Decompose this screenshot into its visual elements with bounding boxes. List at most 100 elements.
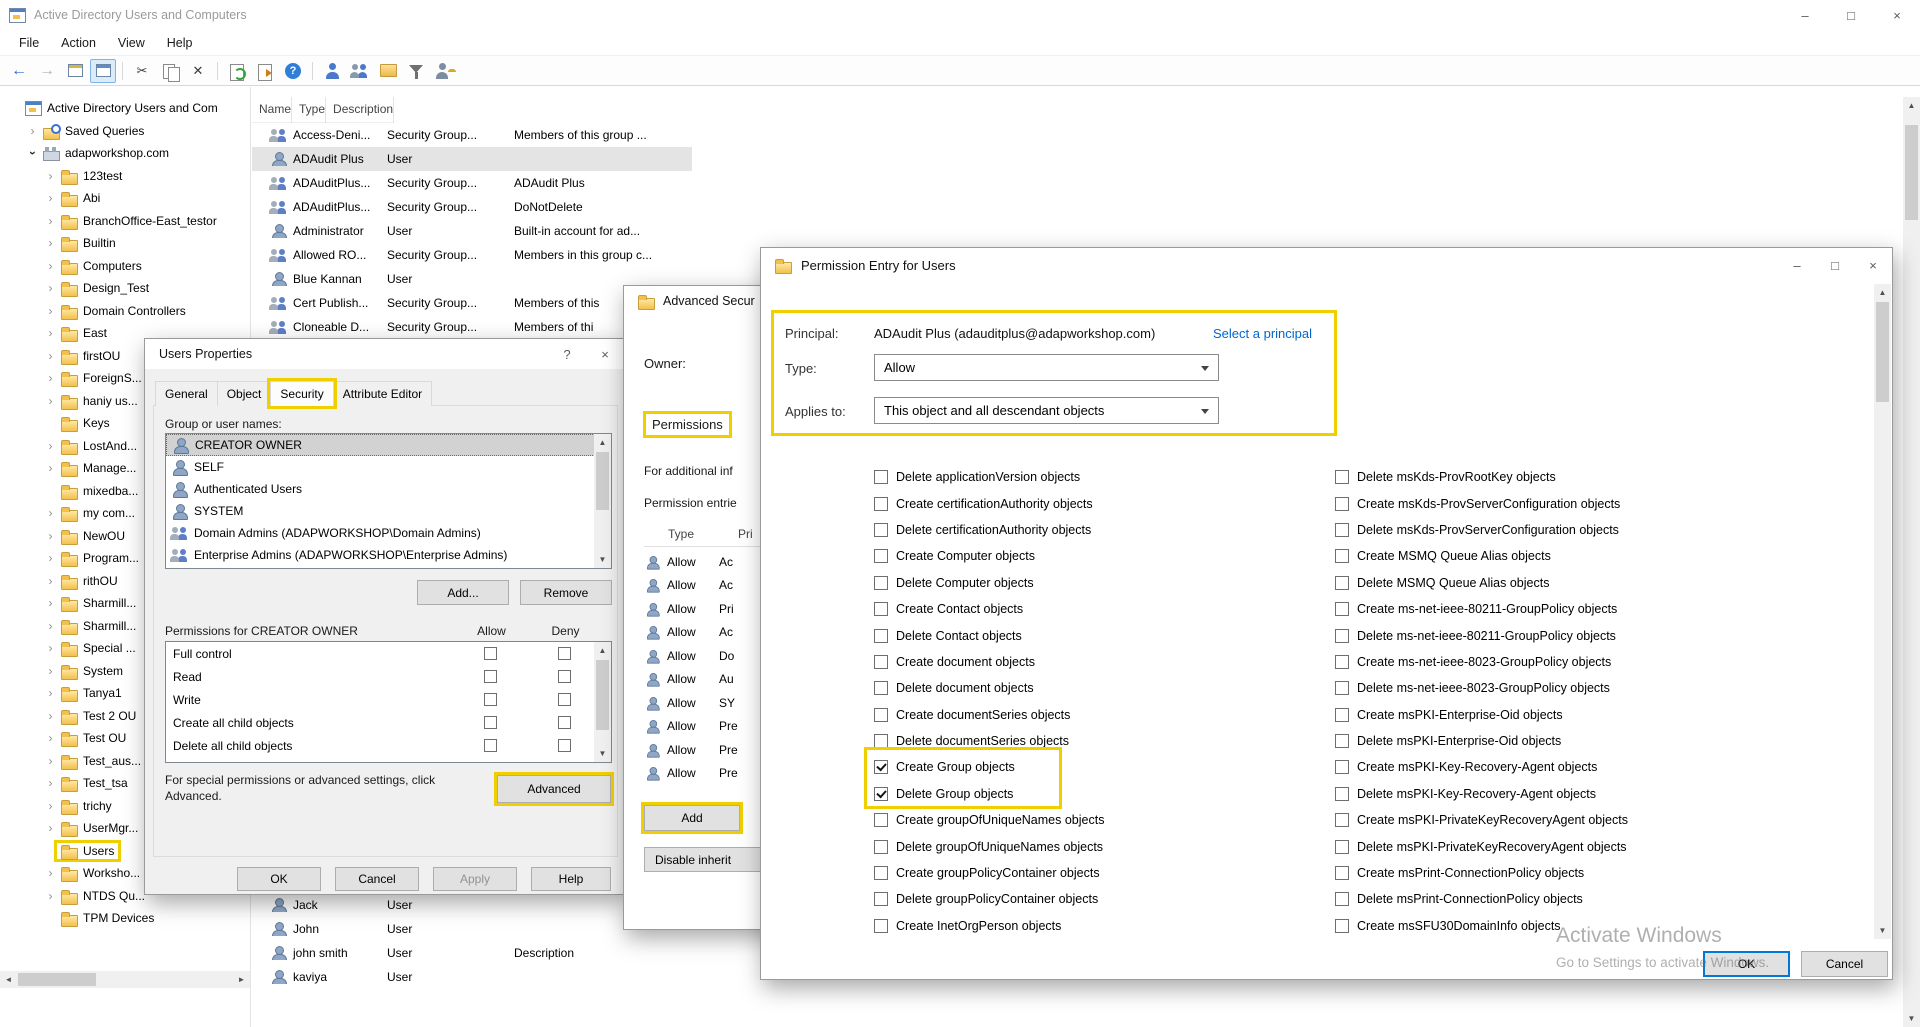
allow-checkbox[interactable] — [484, 716, 497, 729]
permission-checkbox[interactable] — [874, 787, 888, 801]
new-user-icon[interactable] — [319, 59, 345, 83]
permission-checkbox[interactable] — [874, 655, 888, 669]
scroll-up-icon[interactable]: ▲ — [594, 434, 611, 451]
close-button[interactable]: × — [586, 339, 624, 369]
permission-checkbox[interactable] — [874, 708, 888, 722]
deny-checkbox[interactable] — [558, 693, 571, 706]
john smith[interactable]: john smith User Description — [252, 941, 692, 965]
menu-item[interactable]: Help — [156, 32, 204, 54]
Administrator[interactable]: Administrator User Built-in account for … — [252, 219, 692, 243]
delegate-control-icon[interactable] — [431, 59, 457, 83]
permission-checkbox[interactable] — [874, 470, 888, 484]
permissions-tab[interactable]: Permissions — [646, 414, 729, 435]
menu-item[interactable]: View — [107, 32, 156, 54]
scroll-down-icon[interactable]: ▼ — [1903, 1010, 1920, 1027]
delete-icon[interactable]: ✕ — [185, 59, 211, 83]
new-group-icon[interactable] — [347, 59, 373, 83]
expand-chevron-icon[interactable] — [44, 821, 57, 835]
expand-chevron-icon[interactable] — [44, 191, 57, 205]
column-header[interactable]: Description — [326, 97, 394, 123]
allow-checkbox[interactable] — [484, 739, 497, 752]
advanced-button[interactable]: Advanced — [497, 775, 611, 803]
permission-checkbox[interactable] — [874, 497, 888, 511]
tree-item[interactable]: adapworkshop.com — [0, 142, 250, 165]
expand-chevron-icon[interactable] — [44, 686, 57, 700]
help-button[interactable]: Help — [531, 867, 611, 891]
tree-horizontal-scrollbar[interactable]: ◄ ► — [0, 971, 250, 988]
permission-checkbox[interactable] — [1335, 497, 1349, 511]
tab[interactable]: General — [155, 381, 218, 406]
permission-checkbox[interactable] — [874, 866, 888, 880]
permission-checkbox[interactable] — [1335, 787, 1349, 801]
apply-button[interactable]: Apply — [433, 867, 517, 891]
scrollbar-thumb[interactable] — [18, 973, 96, 986]
allow-checkbox[interactable] — [484, 647, 497, 660]
new-ou-icon[interactable] — [375, 59, 401, 83]
permission-checkbox[interactable] — [1335, 892, 1349, 906]
minimize-button[interactable]: – — [1782, 0, 1828, 30]
type-column-header[interactable]: Type — [668, 527, 694, 541]
ok-button[interactable]: OK — [237, 867, 321, 891]
scroll-up-icon[interactable]: ▲ — [1903, 97, 1920, 114]
type-dropdown[interactable]: Allow — [874, 354, 1219, 381]
expand-chevron-icon[interactable] — [44, 169, 57, 183]
tree-item[interactable]: Abi — [0, 187, 250, 210]
allow-checkbox[interactable] — [484, 693, 497, 706]
permission-checkbox[interactable] — [874, 919, 888, 933]
expand-chevron-icon[interactable] — [44, 236, 57, 250]
open-console-icon[interactable] — [62, 59, 88, 83]
scroll-left-icon[interactable]: ◄ — [0, 971, 17, 988]
expand-chevron-icon[interactable] — [44, 461, 57, 475]
menu-item[interactable]: Action — [50, 32, 107, 54]
column-header[interactable]: Type — [292, 97, 326, 123]
close-button[interactable]: × — [1874, 0, 1920, 30]
tree-item[interactable]: Active Directory Users and Com — [0, 97, 250, 120]
scroll-up-icon[interactable]: ▲ — [594, 642, 611, 659]
ADAuditPlus...[interactable]: ADAuditPlus... Security Group... DoNotDe… — [252, 195, 692, 219]
expand-chevron-icon[interactable] — [44, 394, 57, 408]
permission-checkbox[interactable] — [874, 602, 888, 616]
group-name-item[interactable]: SYSTEM — [166, 500, 611, 522]
group-name-item[interactable]: CREATOR OWNER — [166, 434, 611, 456]
expand-chevron-icon[interactable] — [44, 641, 57, 655]
separator[interactable] — [213, 59, 222, 83]
scroll-down-icon[interactable]: ▼ — [594, 745, 611, 762]
permission-checkbox[interactable] — [874, 734, 888, 748]
dialog-scrollbar[interactable]: ▲ ▼ — [1874, 284, 1891, 939]
expand-chevron-icon[interactable] — [44, 754, 57, 768]
group-name-item[interactable]: Domain Admins (ADAPWORKSHOP\Domain Admin… — [166, 522, 611, 544]
permission-checkbox[interactable] — [1335, 708, 1349, 722]
group-name-item[interactable]: Enterprise Admins (ADAPWORKSHOP\Enterpri… — [166, 544, 611, 566]
tree-item[interactable]: Design_Test — [0, 277, 250, 300]
deny-checkbox[interactable] — [558, 647, 571, 660]
permission-checkbox[interactable] — [1335, 602, 1349, 616]
expand-chevron-icon[interactable] — [44, 596, 57, 610]
list-vertical-scrollbar[interactable]: ▲ ▼ — [1903, 97, 1920, 1027]
help-button[interactable]: ? — [548, 339, 586, 369]
permission-checkbox[interactable] — [1335, 734, 1349, 748]
select-principal-link[interactable]: Select a principal — [1213, 326, 1312, 341]
tab[interactable]: Attribute Editor — [333, 381, 432, 406]
add-button[interactable]: Add... — [417, 580, 509, 605]
expand-chevron-icon[interactable] — [44, 866, 57, 880]
permission-checkbox[interactable] — [1335, 760, 1349, 774]
maximize-button[interactable]: □ — [1816, 248, 1854, 282]
permission-checkbox[interactable] — [1335, 866, 1349, 880]
permission-checkbox[interactable] — [1335, 919, 1349, 933]
permission-checkbox[interactable] — [874, 840, 888, 854]
ADAudit Plus[interactable]: ADAudit Plus User — [252, 147, 692, 171]
permission-checkbox[interactable] — [874, 813, 888, 827]
scrollbar-thumb[interactable] — [1876, 302, 1889, 402]
scroll-down-icon[interactable]: ▼ — [594, 551, 611, 568]
tree-item[interactable]: Computers — [0, 255, 250, 278]
permission-checkbox[interactable] — [1335, 813, 1349, 827]
allow-checkbox[interactable] — [484, 670, 497, 683]
filter-icon[interactable] — [403, 59, 429, 83]
expand-chevron-icon[interactable] — [44, 304, 57, 318]
expand-chevron-icon[interactable] — [44, 281, 57, 295]
expand-chevron-icon[interactable] — [44, 551, 57, 565]
kaviya[interactable]: kaviya User — [252, 965, 692, 989]
tree-item[interactable]: BranchOffice-East_testor — [0, 210, 250, 233]
permission-checkbox[interactable] — [1335, 629, 1349, 643]
permission-checkbox[interactable] — [1335, 681, 1349, 695]
